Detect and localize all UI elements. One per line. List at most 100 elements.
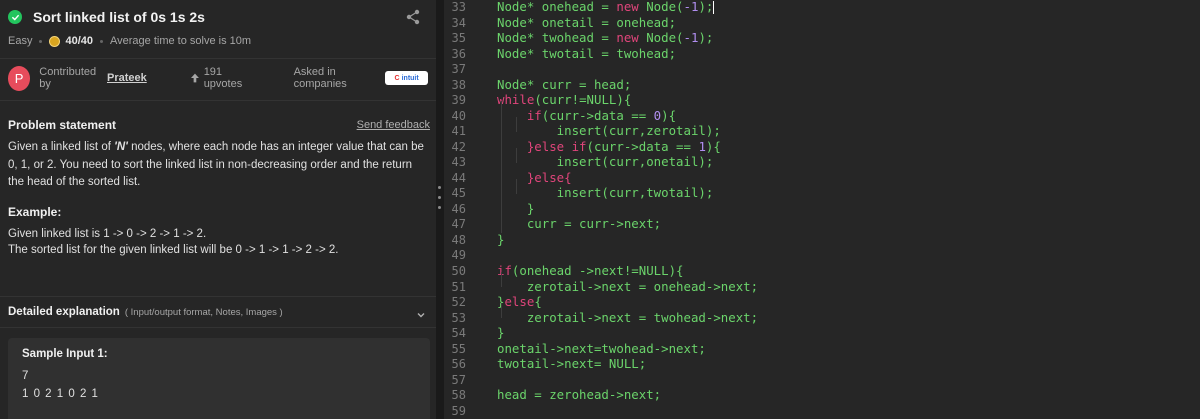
- code-line[interactable]: zerotail->next = onehead->next;: [497, 279, 758, 294]
- code-line[interactable]: insert(curr,onetail);: [497, 154, 714, 170]
- code-token: new: [616, 0, 639, 14]
- code-token: }: [497, 231, 505, 247]
- line-number: 34: [451, 15, 466, 30]
- code-line[interactable]: onetail->next=twohead->next;: [497, 341, 706, 356]
- line-number: 36: [451, 46, 466, 61]
- code-token: }else if: [526, 138, 587, 154]
- upvote-arrow-icon: [190, 73, 199, 83]
- code-token: (onehead ->next!=NULL){: [511, 263, 684, 278]
- code-line[interactable]: head = zerohead->next;: [497, 387, 661, 402]
- code-line[interactable]: twotail->next= NULL;: [497, 356, 646, 371]
- example-line: The sorted list for the given linked lis…: [8, 244, 339, 256]
- code-line[interactable]: Node* onehead = new Node(-1);: [497, 0, 715, 14]
- code-token: {: [534, 294, 542, 310]
- sample-input-box: Sample Input 1: 7 1 0 2 1 0 2 1: [8, 338, 430, 419]
- code-token: (curr->data ==: [586, 138, 699, 154]
- code-token: (curr!=NULL){: [534, 92, 632, 108]
- code-editor[interactable]: 33 34 35 36 37 38 39 40 41 42 43 44 45 46 47 48 49 50 51 52…: [444, 0, 1200, 419]
- indent-guide: [516, 179, 517, 194]
- solved-check-icon: [8, 10, 22, 24]
- contributor-prefix: Contributed by: [39, 66, 97, 90]
- coin-icon: [49, 35, 61, 47]
- line-number: 55: [451, 341, 466, 356]
- line-number: 46: [451, 201, 466, 216]
- panel-splitter[interactable]: [436, 0, 444, 419]
- code-token: insert(curr,zerotail);: [497, 123, 721, 139]
- code-line[interactable]: insert(curr,zerotail);: [497, 123, 721, 138]
- send-feedback-link[interactable]: Send feedback: [357, 119, 430, 131]
- code-line[interactable]: curr = curr->next;: [497, 216, 661, 231]
- code-line[interactable]: }else{: [497, 170, 572, 185]
- code-token: Node(: [638, 30, 684, 46]
- code-line[interactable]: Node* twotail = twohead;: [497, 46, 676, 61]
- problem-statement-text: Given a linked list of 'N' nodes, where …: [8, 139, 428, 192]
- code-line[interactable]: if(onehead ->next!=NULL){: [497, 263, 684, 278]
- chevron-down-icon: [416, 307, 426, 318]
- asked-in-label: Asked in companies: [293, 66, 347, 90]
- code-token: zerotail->next = onehead->next;: [497, 278, 759, 294]
- line-number: 59: [451, 403, 466, 418]
- code-line[interactable]: }else if(curr->data == 1){: [497, 139, 721, 154]
- example-line: Given linked list is 1 -> 0 -> 2 -> 1 ->…: [8, 228, 207, 240]
- title-row: Sort linked list of 0s 1s 2s: [8, 7, 428, 27]
- line-number: 41: [451, 124, 466, 139]
- code-token: );: [698, 0, 714, 14]
- code-line[interactable]: Node* twohead = new Node(-1);: [497, 30, 713, 45]
- line-number: 49: [451, 248, 466, 263]
- code-line[interactable]: zerotail->next = twohead->next;: [497, 310, 758, 325]
- separator-dot: [100, 39, 103, 43]
- contributor-row: P Contributed by Prateek 191 upvotes Ask…: [8, 65, 429, 91]
- code-line[interactable]: Node* curr = head;: [497, 77, 631, 92]
- indent-guide: [516, 148, 517, 163]
- problem-title: Sort linked list of 0s 1s 2s: [33, 9, 205, 25]
- upvote-button[interactable]: 191 upvotes: [190, 66, 257, 90]
- code-token: Node* onetail = onehead;: [497, 14, 677, 30]
- code-line[interactable]: }: [497, 325, 504, 340]
- detailed-explanation-subtitle: ( Input/output format, Notes, Images ): [124, 306, 283, 318]
- code-line[interactable]: while(curr!=NULL){: [497, 92, 631, 107]
- code-line[interactable]: }: [497, 201, 534, 216]
- detailed-explanation-toggle[interactable]: Detailed explanation ( Input/output form…: [0, 296, 436, 328]
- code-token: insert(curr,onetail);: [497, 154, 714, 170]
- statement-emphasis: 'N': [114, 141, 128, 153]
- contributor-link[interactable]: Prateek: [107, 72, 147, 84]
- statement-pre: Given a linked list of: [8, 141, 115, 153]
- code-line[interactable]: if(curr->data == 0){: [497, 108, 676, 123]
- divider: [0, 100, 436, 101]
- code-line[interactable]: }else{: [497, 294, 542, 309]
- problem-panel: Sort linked list of 0s 1s 2s Easy 40/40 …: [0, 0, 436, 419]
- code-token: (curr->data ==: [541, 107, 654, 123]
- separator-dot: [39, 39, 43, 43]
- code-line[interactable]: insert(curr,twotail);: [497, 185, 714, 200]
- indent-guide: [501, 101, 502, 233]
- example-title: Example:: [8, 205, 62, 219]
- avg-time-label: Average time to solve is 10m: [110, 35, 252, 47]
- splitter-grip-dot: [438, 186, 441, 189]
- code-line[interactable]: Node* onetail = onehead;: [497, 15, 676, 30]
- sample-input-line: 1 0 2 1 0 2 1: [22, 388, 99, 400]
- code-token: );: [698, 30, 714, 46]
- code-token: twotail->next= NULL;: [497, 356, 647, 372]
- line-number: 47: [451, 217, 466, 232]
- code-token: if: [497, 263, 512, 278]
- line-number: 42: [451, 139, 466, 154]
- share-icon[interactable]: [406, 9, 420, 25]
- code-token: else: [504, 294, 535, 310]
- line-number: 38: [451, 77, 466, 92]
- difficulty-label: Easy: [8, 35, 33, 47]
- line-number-gutter: 33 34 35 36 37 38 39 40 41 42 43 44 45 46 47 48 49 50 51 52…: [444, 0, 476, 419]
- code-token: new: [616, 30, 639, 46]
- line-number: 52: [451, 295, 466, 310]
- code-token: -1: [683, 30, 699, 46]
- line-number: 39: [451, 93, 466, 108]
- company-logo[interactable]: C intuit: [385, 71, 429, 85]
- code-token: onetail->next=twohead->next;: [497, 340, 706, 356]
- line-number: 48: [451, 232, 466, 247]
- line-number: 37: [451, 62, 466, 77]
- code-token: 1: [698, 138, 706, 154]
- line-number: 50: [451, 264, 466, 278]
- line-number: 51: [451, 279, 466, 294]
- code-token: zerotail->next = twohead->next;: [497, 309, 759, 325]
- code-line[interactable]: }: [497, 232, 504, 247]
- problem-meta: Easy 40/40 Average time to solve is 10m: [8, 33, 251, 49]
